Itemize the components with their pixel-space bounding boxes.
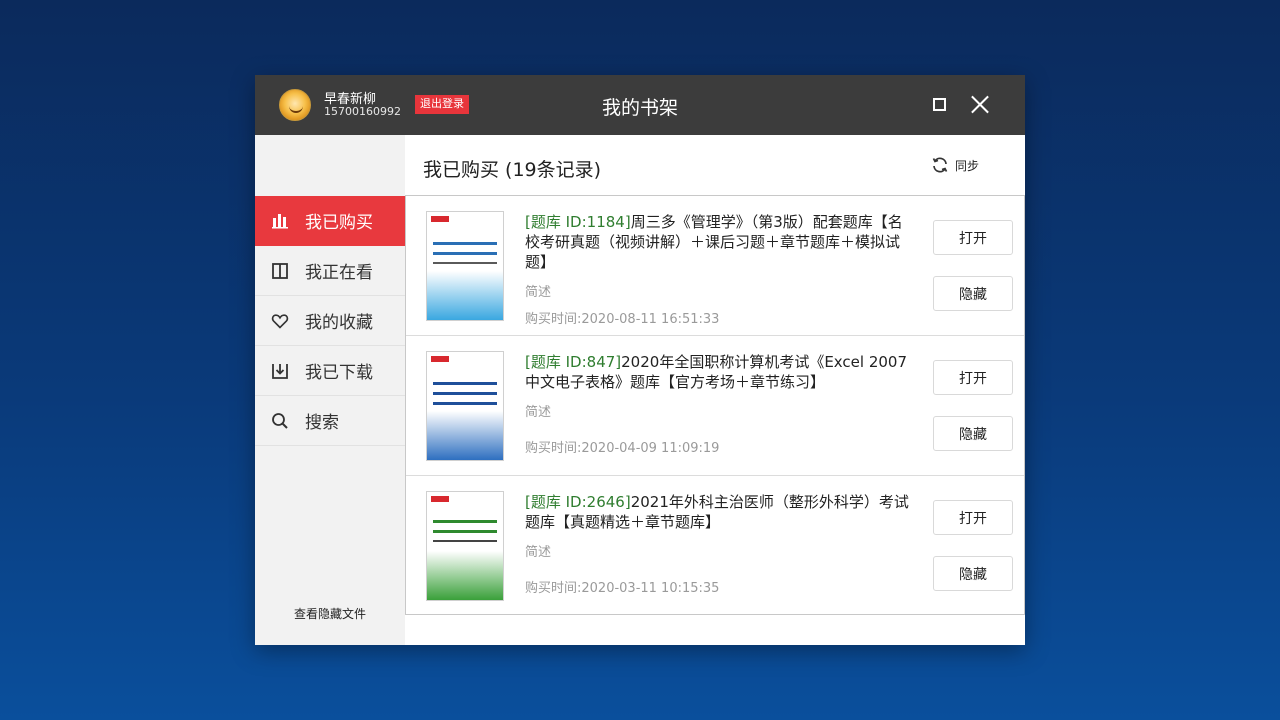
- heart-icon: [271, 312, 289, 330]
- book-description: 简述: [525, 545, 552, 560]
- cover-graphic: [427, 271, 503, 320]
- open-button[interactable]: 打开: [933, 220, 1013, 255]
- sidebar-item-search[interactable]: 搜索: [255, 396, 405, 446]
- page-title: 我已购买 (19条记录): [423, 159, 602, 181]
- sidebar-item-label: 我的收藏: [305, 313, 373, 333]
- sidebar-item-label: 我已下载: [305, 363, 373, 383]
- book-cover[interactable]: [426, 491, 504, 601]
- title-bar: 早春新柳 15700160992 退出登录 我的书架: [255, 75, 1025, 135]
- purchase-time: 购买时间:2020-08-11 16:51:33: [525, 312, 720, 327]
- sidebar: 我已购买 我正在看 我的收藏 我已下载 搜索 查看隐藏文件: [255, 135, 405, 645]
- book-description: 简述: [525, 285, 552, 300]
- close-icon[interactable]: [969, 93, 991, 115]
- bar-chart-icon: [271, 212, 289, 230]
- view-hidden-files-link[interactable]: 查看隐藏文件: [255, 605, 405, 622]
- hide-button[interactable]: 隐藏: [933, 556, 1013, 591]
- book-title[interactable]: [题库 ID:1184]周三多《管理学》（第3版）配套题库【名校考研真题（视频讲…: [525, 212, 917, 272]
- bookshelf-window: 早春新柳 15700160992 退出登录 我的书架 我已购买 我正在看 我的收…: [255, 75, 1025, 645]
- sidebar-item-label: 我正在看: [305, 263, 373, 283]
- book-title[interactable]: [题库 ID:2646]2021年外科主治医师（整形外科学）考试题库【真题精选＋…: [525, 492, 917, 532]
- sync-button[interactable]: 同步: [931, 156, 979, 174]
- book-description: 简述: [525, 405, 552, 420]
- hide-button[interactable]: 隐藏: [933, 276, 1013, 311]
- list-item: [题库 ID:2646]2021年外科主治医师（整形外科学）考试题库【真题精选＋…: [406, 476, 1024, 616]
- publisher-logo: [431, 496, 449, 502]
- list-item: [题库 ID:847]2020年全国职称计算机考试《Excel 2007中文电子…: [406, 336, 1024, 476]
- book-cover[interactable]: [426, 211, 504, 321]
- sidebar-item-downloaded[interactable]: 我已下载: [255, 346, 405, 396]
- sidebar-nav: 我已购买 我正在看 我的收藏 我已下载 搜索: [255, 196, 405, 446]
- cover-graphic: [427, 411, 503, 460]
- hide-button[interactable]: 隐藏: [933, 416, 1013, 451]
- publisher-logo: [431, 216, 449, 222]
- sync-label: 同步: [955, 158, 980, 173]
- book-tag: [题库 ID:2646]: [525, 493, 631, 511]
- publisher-logo: [431, 356, 449, 362]
- sidebar-item-reading[interactable]: 我正在看: [255, 246, 405, 296]
- open-button[interactable]: 打开: [933, 500, 1013, 535]
- maximize-icon[interactable]: [933, 98, 946, 111]
- open-button[interactable]: 打开: [933, 360, 1013, 395]
- sidebar-item-purchased[interactable]: 我已购买: [255, 196, 405, 246]
- book-cover[interactable]: [426, 351, 504, 461]
- book-tag: [题库 ID:1184]: [525, 213, 631, 231]
- book-title[interactable]: [题库 ID:847]2020年全国职称计算机考试《Excel 2007中文电子…: [525, 352, 917, 392]
- sidebar-item-label: 搜索: [305, 413, 339, 433]
- list-item: [题库 ID:1184]周三多《管理学》（第3版）配套题库【名校考研真题（视频讲…: [406, 196, 1024, 336]
- book-tag: [题库 ID:847]: [525, 353, 622, 371]
- book-open-icon: [271, 262, 289, 280]
- sidebar-item-favorites[interactable]: 我的收藏: [255, 296, 405, 346]
- cover-graphic: [427, 551, 503, 600]
- search-icon: [271, 412, 289, 430]
- download-icon: [271, 362, 289, 380]
- purchase-time: 购买时间:2020-04-09 11:09:19: [525, 441, 720, 456]
- book-list: [题库 ID:1184]周三多《管理学》（第3版）配套题库【名校考研真题（视频讲…: [405, 195, 1025, 615]
- sidebar-item-label: 我已购买: [305, 213, 373, 233]
- window-title: 我的书架: [601, 97, 678, 119]
- sync-icon: [932, 157, 948, 173]
- purchase-time: 购买时间:2020-03-11 10:15:35: [525, 581, 720, 596]
